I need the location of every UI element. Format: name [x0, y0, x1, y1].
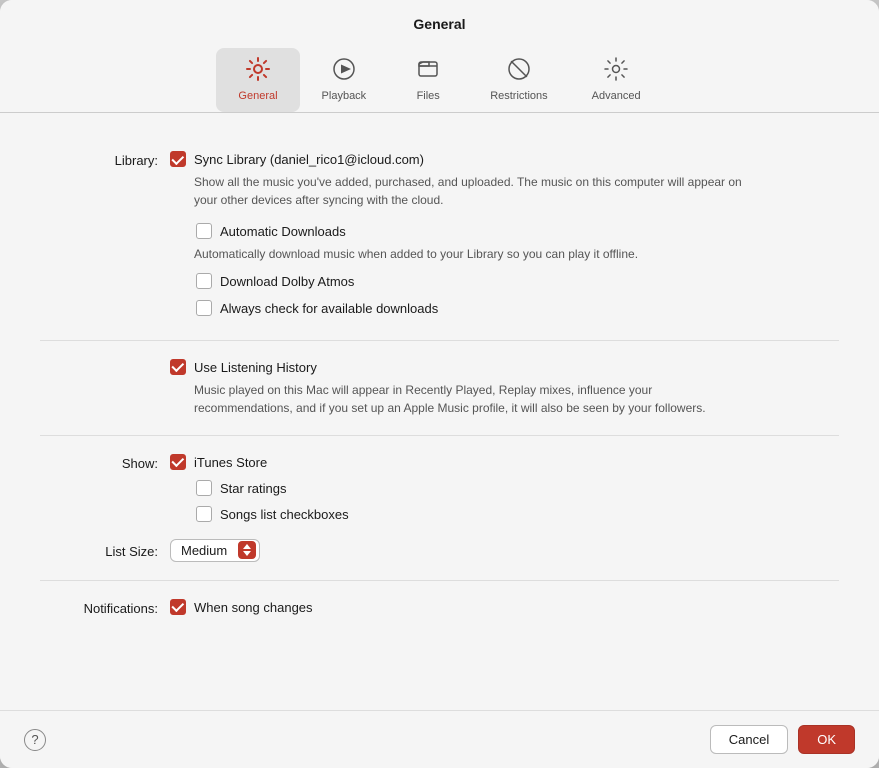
sync-library-description: Show all the music you've added, purchas…: [194, 173, 754, 209]
restrictions-icon: [506, 56, 532, 86]
tab-playback-label: Playback: [322, 90, 367, 102]
songs-list-checkboxes-row: Songs list checkboxes: [196, 506, 839, 524]
advanced-icon: [603, 56, 629, 86]
when-song-changes-label: When song changes: [194, 599, 313, 617]
tab-files[interactable]: Files: [388, 48, 468, 112]
star-ratings-label: Star ratings: [220, 480, 286, 498]
list-size-control: Small Medium Large: [170, 539, 839, 562]
sync-library-row: Library: Sync Library (daniel_rico1@iclo…: [40, 151, 839, 322]
auto-downloads-checkbox[interactable]: [196, 223, 212, 239]
itunes-store-checkbox[interactable]: [170, 454, 186, 470]
dolby-atmos-row: Download Dolby Atmos: [196, 273, 839, 291]
cancel-button[interactable]: Cancel: [710, 725, 788, 754]
show-label: Show:: [40, 454, 170, 471]
use-listening-history-description: Music played on this Mac will appear in …: [194, 381, 754, 417]
tab-advanced-label: Advanced: [592, 90, 641, 102]
footer-buttons: Cancel OK: [710, 725, 855, 754]
show-section: Show: iTunes Store Star ratings Songs li…: [40, 436, 839, 581]
when-song-changes-checkbox[interactable]: [170, 599, 186, 615]
use-listening-history-checkbox-row: Use Listening History: [170, 359, 839, 377]
library-controls: Sync Library (daniel_rico1@icloud.com) S…: [170, 151, 839, 322]
listening-history-section: Use Listening History Music played on th…: [40, 341, 839, 436]
list-size-select[interactable]: Small Medium Large: [170, 539, 260, 562]
footer: ? Cancel OK: [0, 710, 879, 768]
listening-history-controls: Use Listening History Music played on th…: [170, 359, 839, 417]
dolby-atmos-checkbox[interactable]: [196, 273, 212, 289]
listening-history-label-col: [40, 359, 170, 361]
window-title: General: [20, 16, 859, 32]
songs-list-checkboxes-checkbox[interactable]: [196, 506, 212, 522]
files-icon: [415, 56, 441, 86]
sync-library-label: Sync Library (daniel_rico1@icloud.com): [194, 151, 424, 169]
tab-advanced[interactable]: Advanced: [570, 48, 663, 112]
list-size-label: List Size:: [40, 542, 170, 559]
tab-playback[interactable]: Playback: [300, 48, 389, 112]
notifications-controls: When song changes: [170, 599, 839, 621]
tab-restrictions-label: Restrictions: [490, 90, 547, 102]
notifications-label: Notifications:: [40, 599, 170, 616]
always-check-label: Always check for available downloads: [220, 300, 438, 318]
star-ratings-checkbox[interactable]: [196, 480, 212, 496]
ok-button[interactable]: OK: [798, 725, 855, 754]
sync-library-checkbox[interactable]: [170, 151, 186, 167]
title-bar: General: [0, 0, 879, 112]
use-listening-history-label: Use Listening History: [194, 359, 317, 377]
notifications-row: Notifications: When song changes: [40, 599, 839, 621]
general-icon: [245, 56, 271, 86]
tab-general-label: General: [238, 90, 277, 102]
toolbar: General Playback: [20, 44, 859, 112]
itunes-store-row: iTunes Store: [170, 454, 839, 472]
tab-restrictions[interactable]: Restrictions: [468, 48, 569, 112]
list-size-select-container: Small Medium Large: [170, 539, 260, 562]
listening-history-row: Use Listening History Music played on th…: [40, 359, 839, 417]
playback-icon: [331, 56, 357, 86]
notifications-section: Notifications: When song changes: [40, 581, 839, 639]
sync-library-checkbox-row: Sync Library (daniel_rico1@icloud.com): [170, 151, 839, 169]
auto-downloads-label: Automatic Downloads: [220, 223, 346, 241]
dolby-atmos-label: Download Dolby Atmos: [220, 273, 354, 291]
library-label: Library:: [40, 151, 170, 168]
use-listening-history-checkbox[interactable]: [170, 359, 186, 375]
library-section: Library: Sync Library (daniel_rico1@iclo…: [40, 133, 839, 341]
always-check-checkbox[interactable]: [196, 300, 212, 316]
tab-general[interactable]: General: [216, 48, 299, 112]
when-song-changes-row: When song changes: [170, 599, 839, 617]
auto-downloads-row: Automatic Downloads: [196, 223, 839, 241]
star-ratings-row: Star ratings: [196, 480, 839, 498]
tab-files-label: Files: [417, 90, 440, 102]
show-row: Show: iTunes Store Star ratings Songs li…: [40, 454, 839, 529]
content-area: Library: Sync Library (daniel_rico1@iclo…: [0, 113, 879, 710]
preferences-window: General: [0, 0, 879, 768]
list-size-row: List Size: Small Medium Large: [40, 539, 839, 562]
help-button[interactable]: ?: [24, 729, 46, 751]
show-controls: iTunes Store Star ratings Songs list che…: [170, 454, 839, 529]
songs-list-checkboxes-label: Songs list checkboxes: [220, 506, 349, 524]
auto-downloads-description: Automatically download music when added …: [194, 245, 754, 263]
itunes-store-label: iTunes Store: [194, 454, 267, 472]
always-check-row: Always check for available downloads: [196, 300, 839, 318]
